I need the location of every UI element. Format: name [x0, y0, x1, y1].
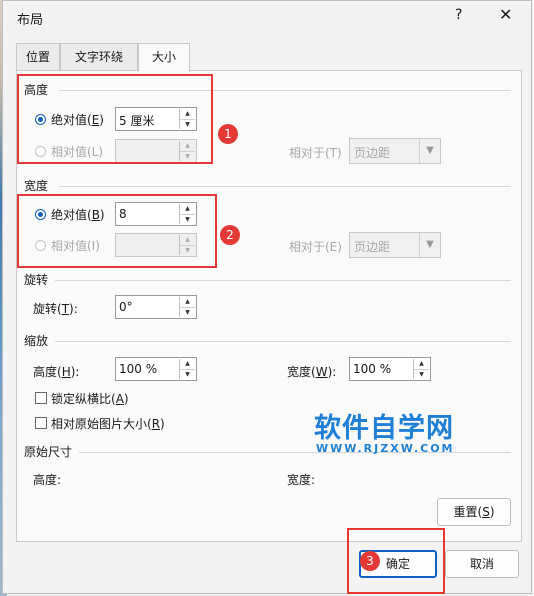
close-icon[interactable]: ✕: [499, 5, 512, 24]
scale-section-title: 缩放: [24, 334, 49, 348]
scale-width-key: W: [315, 365, 328, 379]
height-relative-to-select[interactable]: 页边距 ▼: [349, 138, 441, 164]
watermark-url: WWW.RJZXW.COM: [316, 442, 455, 455]
annotation-box-height: [17, 74, 213, 164]
divider: [59, 186, 511, 187]
scale-width-spinner[interactable]: ▲ ▼: [413, 359, 429, 379]
original-height-label: 高度:: [33, 473, 62, 487]
spin-up-icon[interactable]: ▲: [180, 297, 195, 308]
tab-size[interactable]: 大小: [138, 43, 190, 72]
reset-key: S: [482, 505, 490, 519]
scale-height-label: 高度(H):: [33, 365, 80, 379]
relative-original-label[interactable]: 相对原始图片大小(R): [51, 415, 165, 432]
width-relative-to-label: 相对于(E): [289, 240, 342, 254]
rotate-key: T: [61, 302, 70, 316]
height-relative-to-value: 页边距: [354, 146, 391, 160]
scale-width-label: 宽度(W):: [287, 365, 337, 379]
lock-aspect-key: A: [115, 392, 124, 406]
watermark-text: 软件自学网: [314, 413, 454, 444]
rotate-suffix: ):: [69, 302, 78, 316]
cancel-button[interactable]: 取消: [445, 550, 519, 578]
rotate-label: 旋转(T):: [33, 300, 78, 317]
height-relative-to-label: 相对于(T): [289, 146, 342, 160]
original-section-title: 原始尺寸: [24, 445, 73, 459]
relative-original-text: 相对原始图片大小(: [51, 417, 152, 431]
annotation-badge-3: 3: [360, 551, 380, 571]
width-relative-to-select[interactable]: 页边距 ▼: [349, 232, 441, 258]
lock-aspect-label[interactable]: 锁定纵横比(A): [51, 390, 129, 407]
reset-text: 重置(: [453, 505, 483, 519]
rotate-input[interactable]: 0° ▲ ▼: [115, 295, 197, 319]
annotation-badge-1: 1: [218, 124, 238, 144]
spin-down-icon[interactable]: ▼: [180, 370, 195, 380]
chevron-down-icon: ▼: [419, 139, 440, 163]
rotate-value: 0°: [119, 300, 133, 314]
rotate-label-text: 旋转(: [33, 302, 62, 316]
scale-height-value: 100 %: [119, 362, 158, 376]
chevron-down-icon: ▼: [419, 233, 440, 257]
lock-aspect-text: 锁定纵横比(: [51, 392, 116, 406]
tab-text-wrapping[interactable]: 文字环绕: [60, 43, 138, 70]
annotation-badge-2: 2: [220, 225, 240, 245]
spin-up-icon[interactable]: ▲: [180, 359, 195, 370]
rotate-spinner[interactable]: ▲ ▼: [179, 297, 195, 317]
relative-original-key: R: [151, 417, 161, 431]
relative-original-checkbox[interactable]: [35, 417, 47, 429]
lock-aspect-checkbox[interactable]: [35, 392, 47, 404]
width-relative-to-value: 页边距: [354, 240, 391, 254]
spin-down-icon[interactable]: ▼: [180, 308, 195, 318]
tab-position[interactable]: 位置: [16, 43, 60, 70]
scale-width-text: 宽度(: [287, 365, 316, 379]
rotate-section-title: 旋转: [24, 273, 49, 287]
annotation-box-width: [17, 194, 217, 268]
scale-height-text: 高度(: [33, 365, 62, 379]
spin-down-icon[interactable]: ▼: [414, 370, 429, 380]
scale-height-spinner[interactable]: ▲ ▼: [179, 359, 195, 379]
divider: [55, 341, 511, 342]
scale-width-input[interactable]: 100 % ▲ ▼: [349, 357, 431, 381]
dialog-title: 布局: [17, 13, 44, 28]
scale-width-value: 100 %: [353, 362, 392, 376]
original-width-label: 宽度:: [287, 473, 316, 487]
width-section-title: 宽度: [24, 179, 49, 193]
reset-button[interactable]: 重置(S): [437, 498, 511, 526]
spin-up-icon[interactable]: ▲: [414, 359, 429, 370]
scale-height-key: H: [61, 365, 71, 379]
help-button[interactable]: ?: [455, 7, 462, 23]
divider: [55, 280, 511, 281]
scale-height-input[interactable]: 100 % ▲ ▼: [115, 357, 197, 381]
